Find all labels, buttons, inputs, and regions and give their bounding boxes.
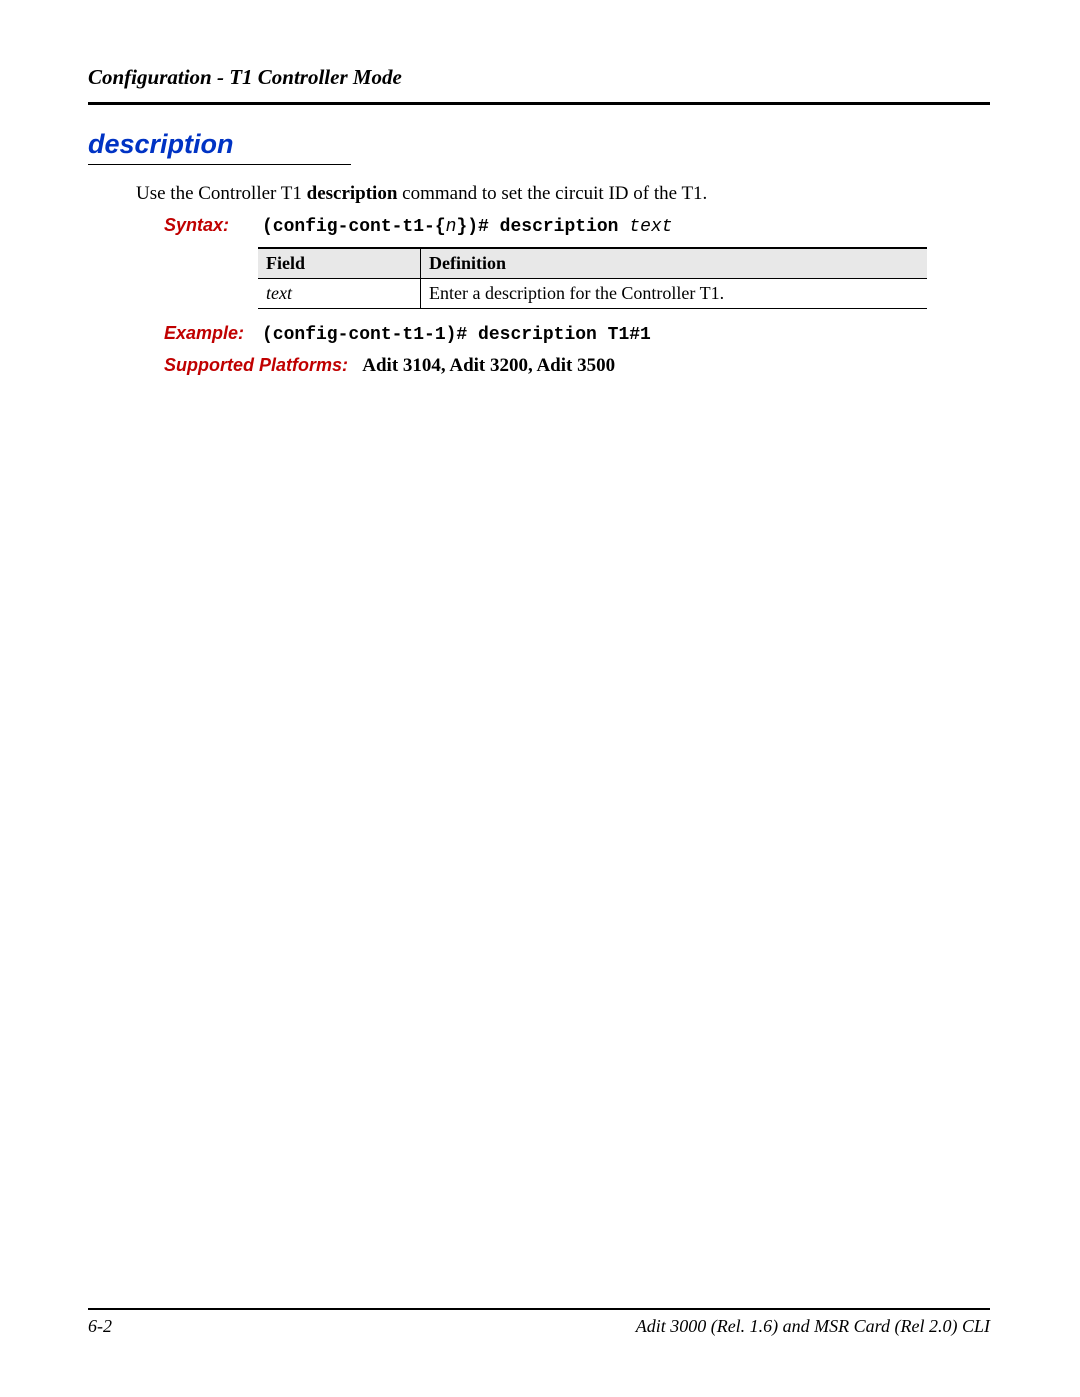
section-title: description bbox=[88, 129, 351, 165]
example-text: (config-cont-t1-1)# description T1#1 bbox=[262, 325, 651, 345]
example-row: Example: (config-cont-t1-1)# description… bbox=[164, 323, 990, 345]
intro-pre: Use the Controller T1 bbox=[136, 183, 307, 204]
syntax-label: Syntax: bbox=[164, 215, 262, 236]
syntax-mid: })# description bbox=[456, 217, 629, 237]
platforms-row: Supported Platforms: Adit 3104, Adit 320… bbox=[164, 355, 990, 377]
td-definition: Enter a description for the Controller T… bbox=[421, 279, 928, 309]
page-header: Configuration - T1 Controller Mode bbox=[88, 65, 990, 90]
th-field: Field bbox=[258, 248, 421, 279]
header-rule bbox=[88, 102, 990, 105]
footer-row: 6-2 Adit 3000 (Rel. 1.6) and MSR Card (R… bbox=[88, 1316, 990, 1337]
footer-rule bbox=[88, 1308, 990, 1310]
intro-post: command to set the circuit ID of the T1. bbox=[397, 183, 707, 204]
example-label: Example: bbox=[164, 323, 262, 344]
table-row: text Enter a description for the Control… bbox=[258, 279, 927, 309]
td-field: text bbox=[258, 279, 421, 309]
th-definition: Definition bbox=[421, 248, 928, 279]
syntax-row: Syntax: (config-cont-t1-{n})# descriptio… bbox=[164, 215, 990, 237]
syntax-pre: (config-cont-t1-{ bbox=[262, 217, 446, 237]
param-table: Field Definition text Enter a descriptio… bbox=[258, 247, 927, 309]
page: Configuration - T1 Controller Mode descr… bbox=[0, 0, 1080, 1397]
doc-name: Adit 3000 (Rel. 1.6) and MSR Card (Rel 2… bbox=[636, 1316, 990, 1337]
platforms-label: Supported Platforms: bbox=[164, 355, 348, 375]
footer: 6-2 Adit 3000 (Rel. 1.6) and MSR Card (R… bbox=[88, 1308, 990, 1337]
syntax-n: n bbox=[446, 217, 457, 237]
table-header-row: Field Definition bbox=[258, 248, 927, 279]
page-number: 6-2 bbox=[88, 1316, 112, 1337]
syntax-arg: text bbox=[629, 217, 672, 237]
intro-text: Use the Controller T1 description comman… bbox=[136, 183, 990, 205]
platforms-value: Adit 3104, Adit 3200, Adit 3500 bbox=[362, 355, 615, 376]
intro-bold: description bbox=[307, 183, 398, 204]
syntax-text: (config-cont-t1-{n})# description text bbox=[262, 217, 673, 237]
